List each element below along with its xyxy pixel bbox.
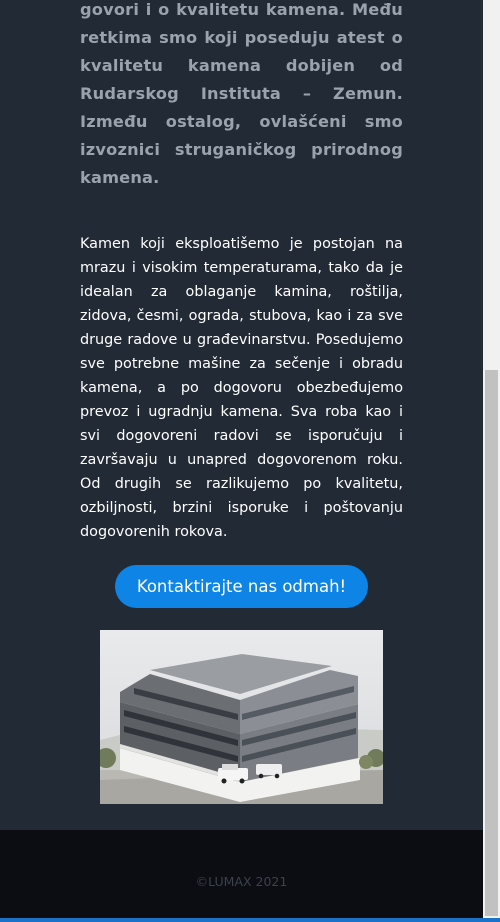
scrollbar-thumb[interactable]: [485, 370, 498, 916]
contact-button[interactable]: Kontaktirajte nas odmah!: [115, 565, 368, 608]
page: govori i o kvalitetu kamena. Među retkim…: [0, 0, 483, 922]
footer: ©LUMAX 2021: [0, 830, 483, 922]
intro-paragraph: govori i o kvalitetu kamena. Među retkim…: [80, 0, 403, 187]
building-photo: [100, 630, 383, 804]
scrollbar[interactable]: [483, 0, 500, 922]
window-bottom-edge: [0, 918, 500, 922]
copyright-text: ©LUMAX 2021: [195, 874, 288, 889]
body-paragraph: Kamen koji eksploatišemo je postojan na …: [80, 236, 403, 540]
